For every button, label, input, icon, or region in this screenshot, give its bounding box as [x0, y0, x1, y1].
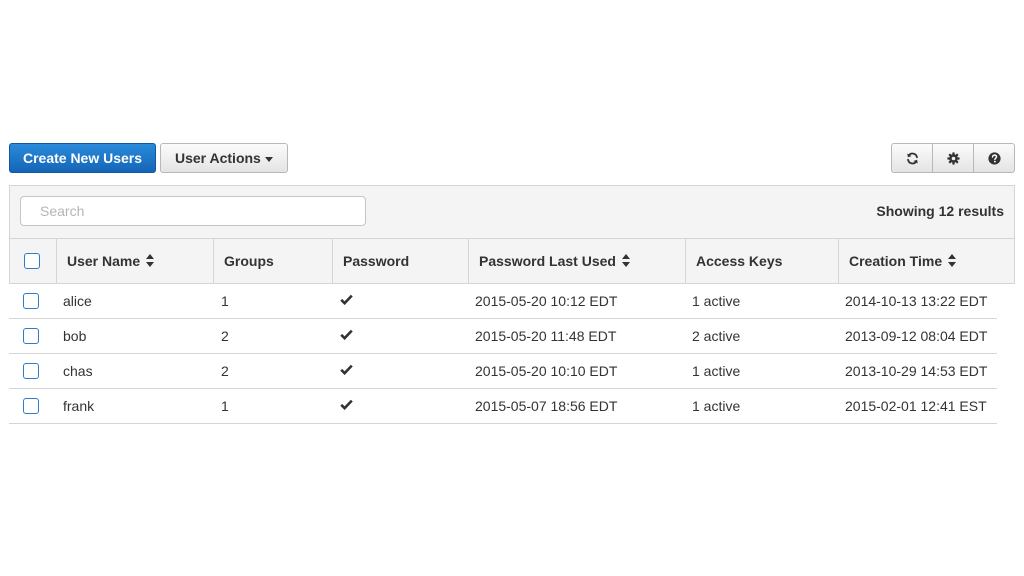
settings-button[interactable]: [932, 143, 974, 173]
table-header: User Name Groups Password Password Last …: [10, 239, 1014, 284]
user-actions-dropdown[interactable]: User Actions: [160, 143, 288, 173]
search-bar: Showing 12 results: [10, 186, 1014, 239]
caret-down-icon: [265, 157, 273, 162]
column-header-password-last-used[interactable]: Password Last Used: [468, 239, 685, 284]
groups-cell: 1: [221, 398, 229, 414]
access-keys-cell: 2 active: [692, 328, 741, 344]
user-name-cell[interactable]: chas: [63, 354, 93, 388]
search-input[interactable]: [20, 196, 366, 226]
user-name-cell[interactable]: frank: [63, 389, 94, 423]
refresh-button[interactable]: [891, 143, 933, 173]
column-header-label: Creation Time: [849, 253, 943, 269]
gear-icon: [946, 151, 960, 165]
groups-cell: 2: [221, 328, 229, 344]
user-actions-label: User Actions: [175, 150, 261, 166]
row-checkbox[interactable]: [23, 328, 39, 344]
password-last-used-cell: 2015-05-07 18:56 EDT: [475, 398, 618, 414]
column-header-label: Access Keys: [696, 253, 783, 269]
access-keys-cell: 1 active: [692, 363, 741, 379]
creation-time-cell: 2013-09-12 08:04 EDT: [845, 328, 988, 344]
table-row[interactable]: alice 1 2015-05-20 10:12 EDT 1 active 20…: [9, 284, 997, 319]
column-header-creation-time[interactable]: Creation Time: [838, 239, 1014, 284]
checkmark-icon: [340, 294, 353, 305]
checkmark-icon: [340, 399, 353, 410]
select-all-checkbox[interactable]: [24, 253, 40, 269]
creation-time-cell: 2015-02-01 12:41 EST: [845, 398, 987, 414]
creation-time-cell: 2014-10-13 13:22 EDT: [845, 293, 988, 309]
column-header-label: User Name: [67, 253, 141, 269]
column-header-user-name[interactable]: User Name: [56, 239, 213, 284]
groups-cell: 1: [221, 293, 229, 309]
column-header-label: Password: [343, 253, 410, 269]
users-table-body: alice 1 2015-05-20 10:12 EDT 1 active 20…: [9, 284, 997, 424]
column-header-access-keys: Access Keys: [685, 239, 838, 284]
groups-cell: 2: [221, 363, 229, 379]
user-name-cell[interactable]: bob: [63, 319, 86, 353]
user-name-cell[interactable]: alice: [63, 284, 92, 318]
sort-icon: [146, 254, 155, 268]
row-checkbox[interactable]: [23, 293, 39, 309]
help-icon: [987, 151, 1001, 165]
row-checkbox[interactable]: [23, 398, 39, 414]
utility-button-group: [891, 143, 1015, 173]
access-keys-cell: 1 active: [692, 293, 741, 309]
help-button[interactable]: [973, 143, 1015, 173]
access-keys-cell: 1 active: [692, 398, 741, 414]
iam-users-page: Create New Users User Actions Search Sho…: [0, 0, 1024, 576]
password-last-used-cell: 2015-05-20 10:10 EDT: [475, 363, 618, 379]
column-header-label: Groups: [224, 253, 274, 269]
table-row[interactable]: bob 2 2015-05-20 11:48 EDT 2 active 2013…: [9, 319, 997, 354]
sort-icon: [948, 254, 957, 268]
password-last-used-cell: 2015-05-20 11:48 EDT: [475, 328, 617, 344]
column-header-label: Password Last Used: [479, 253, 616, 269]
create-new-users-button[interactable]: Create New Users: [9, 143, 156, 173]
results-count: Showing 12 results: [876, 203, 1004, 219]
select-all-header: [10, 239, 56, 284]
password-last-used-cell: 2015-05-20 10:12 EDT: [475, 293, 618, 309]
row-checkbox[interactable]: [23, 363, 39, 379]
checkmark-icon: [340, 364, 353, 375]
column-header-password: Password: [332, 239, 468, 284]
users-table-header-panel: Showing 12 results User Name Groups Pass…: [9, 185, 1015, 284]
refresh-icon: [906, 152, 918, 164]
table-row[interactable]: frank 1 2015-05-07 18:56 EDT 1 active 20…: [9, 389, 997, 424]
column-header-groups: Groups: [213, 239, 332, 284]
sort-icon: [621, 254, 630, 268]
checkmark-icon: [340, 329, 353, 340]
table-row[interactable]: chas 2 2015-05-20 10:10 EDT 1 active 201…: [9, 354, 997, 389]
toolbar: Create New Users User Actions: [9, 143, 1015, 173]
creation-time-cell: 2013-10-29 14:53 EDT: [845, 363, 988, 379]
